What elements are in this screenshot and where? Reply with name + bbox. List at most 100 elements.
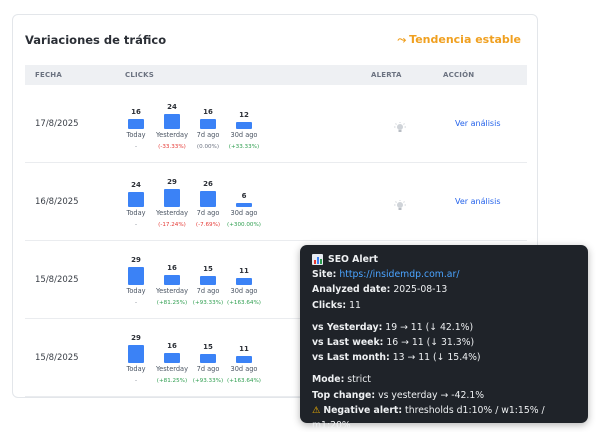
bar-period-label: 30d ago [230,287,258,295]
bar-group: 15 7d ago (+93.33%) [191,241,225,319]
ver-analisis-link[interactable]: Ver análisis [455,119,500,128]
bar-value-label: 16 [167,342,177,350]
bar-change-pct: - [134,144,138,150]
tooltip-vs-month: vs Last month: 13 → 11 (↓ 15.4%) [312,352,481,364]
clicks-mini-chart: 29 Today - 16 Yesterday (+81.25%) 15 7d ago (+93… [119,241,299,319]
bar-group: 16 7d ago (0.00%) [191,85,225,163]
bar-change-pct: (+93.33%) [192,300,224,306]
tooltip-vs-yesterday: vs Yesterday: 19 → 11 (↓ 42.1%) [312,321,474,333]
tooltip-title: SEO Alert [328,254,378,265]
lightbulb-icon [393,197,407,210]
card-title: Variaciones de tráfico [25,33,167,47]
tooltip-top-change: Top change: vs yesterday → -42.1% [312,389,485,401]
header-fecha: FECHA [35,71,62,79]
bar-group: 11 30d ago (+163.64%) [227,319,261,397]
header-clicks: CLICKS [125,71,155,79]
bar-group: 12 30d ago (+33.33%) [227,85,261,163]
bar-change-pct: (+163.64%) [227,300,261,306]
header-accion: ACCIÓN [443,71,475,79]
click-bar [236,122,252,129]
row-date: 16/8/2025 [35,197,79,207]
click-bar [200,191,216,207]
bar-value-label: 24 [167,103,177,111]
bar-period-label: Yesterday [155,131,188,139]
bar-group: 26 7d ago (-7.69%) [191,163,225,241]
bar-group: 16 Yesterday (+81.25%) [155,319,189,397]
bar-value-label: 12 [239,111,249,119]
bar-group: 24 Yesterday (-33.33%) [155,85,189,163]
click-bar [164,353,180,363]
bar-change-pct: (+300.00%) [227,222,261,228]
clicks-mini-chart: 24 Today - 29 Yesterday (-17.24%) 26 7d ago (-7.… [119,163,299,241]
click-bar [128,192,144,207]
table-row: 16/8/2025 24 Today - 29 Yesterday (-17.24%) 26 7… [25,163,527,241]
bar-change-pct: (+93.33%) [192,378,224,384]
bar-period-label: Today [126,365,146,373]
bar-period-label: 30d ago [230,131,258,139]
click-bar [128,267,144,285]
click-bar [200,354,216,363]
bar-period-label: 7d ago [196,365,220,373]
bar-period-label: Today [126,209,146,217]
table-row: 17/8/2025 16 Today - 24 Yesterday (-33.33%) 16 7… [25,85,527,163]
bar-change-pct: (-7.69%) [195,222,221,228]
bar-period-label: 7d ago [196,287,220,295]
bar-change-pct: (+81.25%) [156,300,188,306]
click-bar [128,345,144,363]
row-date: 17/8/2025 [35,119,79,129]
tooltip-vs-week: vs Last week: 16 → 11 (↓ 31.3%) [312,337,475,349]
bar-value-label: 29 [131,256,141,264]
row-date: 15/8/2025 [35,353,79,363]
bar-value-label: 15 [203,343,213,351]
bar-change-pct: (+81.25%) [156,378,188,384]
bar-group: 16 Today - [119,85,153,163]
bar-period-label: 7d ago [196,131,220,139]
warning-icon: ⚠ [312,404,321,416]
row-date: 15/8/2025 [35,275,79,285]
click-bar [128,119,144,129]
bar-period-label: 30d ago [230,365,258,373]
tooltip-clicks: Clicks: 11 [312,299,361,311]
bar-group: 29 Yesterday (-17.24%) [155,163,189,241]
bar-group: 24 Today - [119,163,153,241]
bar-period-label: Yesterday [155,287,188,295]
bar-group: 11 30d ago (+163.64%) [227,241,261,319]
bar-change-pct: - [134,300,138,306]
tooltip-negative-alert: ⚠ Negative alert: thresholds d1:10% / w1… [312,404,545,432]
trend-label: Tendencia estable [409,33,521,46]
ver-analisis-link[interactable]: Ver análisis [455,197,500,206]
header-alerta: ALERTA [371,71,402,79]
bar-group: 29 Today - [119,319,153,397]
bar-group: 6 30d ago (+300.00%) [227,163,261,241]
bar-group: 29 Today - [119,241,153,319]
bar-change-pct: - [134,222,138,228]
clicks-mini-chart: 29 Today - 16 Yesterday (+81.25%) 15 7d ago (+93… [119,319,299,397]
tooltip-date: Analyzed date: 2025-08-13 [312,284,448,296]
bar-value-label: 6 [241,192,247,200]
bar-change-pct: (-33.33%) [158,144,186,150]
bar-value-label: 26 [203,180,213,188]
bar-change-pct: (-17.24%) [158,222,186,228]
bar-change-pct: (+163.64%) [227,378,261,384]
trend-indicator: ⤳ Tendencia estable [397,33,521,46]
click-bar [164,114,180,129]
bar-period-label: Today [126,131,146,139]
bar-value-label: 15 [203,265,213,273]
bar-change-pct: (+33.33%) [228,144,260,150]
table-header: FECHA CLICKS ALERTA ACCIÓN [25,65,527,85]
click-bar [236,356,252,363]
click-bar [164,275,180,285]
tooltip-mode: Mode: strict [312,374,371,386]
bar-value-label: 16 [131,108,141,116]
bar-period-label: Today [126,287,146,295]
bar-period-label: 30d ago [230,209,258,217]
click-bar [164,189,180,207]
clicks-mini-chart: 16 Today - 24 Yesterday (-33.33%) 16 7d ago (0.0… [119,85,299,163]
site-link[interactable]: https://insidemdp.com.ar/ [339,269,459,280]
seo-alert-tooltip: SEO Alert Site: https://insidemdp.com.ar… [300,245,588,431]
bar-group: 16 Yesterday (+81.25%) [155,241,189,319]
click-bar [236,203,252,207]
bar-value-label: 16 [167,264,177,272]
bar-change-pct: - [134,378,138,384]
click-bar [200,119,216,129]
